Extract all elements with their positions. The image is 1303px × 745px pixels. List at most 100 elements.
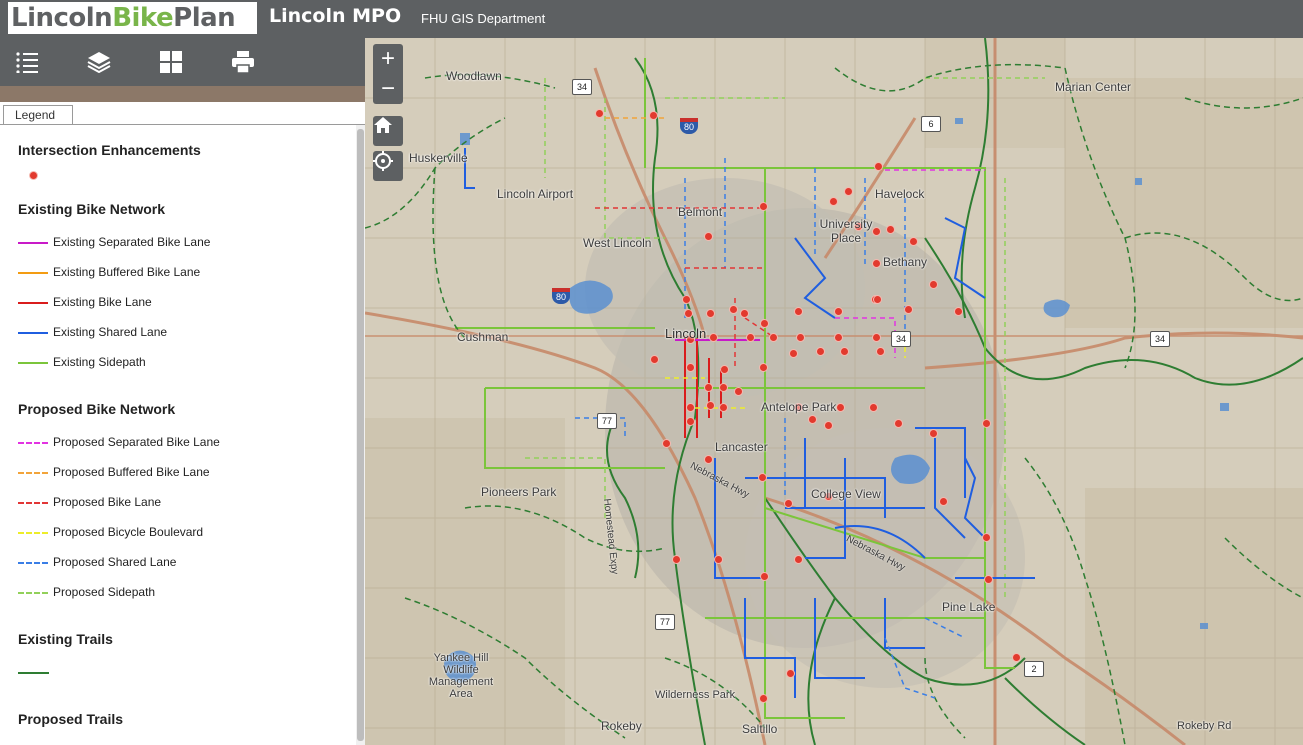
- tab-bar: Legend: [0, 102, 365, 125]
- map-view[interactable]: + − Woodlawn Huskerville Lincoln Airport…: [365, 38, 1303, 745]
- grid-icon: [160, 51, 182, 73]
- intersection-marker[interactable]: [1013, 654, 1020, 661]
- intersection-marker[interactable]: [761, 320, 768, 327]
- intersection-marker[interactable]: [841, 348, 848, 355]
- intersection-marker[interactable]: [940, 498, 947, 505]
- intersection-marker[interactable]: [685, 310, 692, 317]
- intersection-marker[interactable]: [596, 110, 603, 117]
- intersection-marker[interactable]: [720, 404, 727, 411]
- legend-swatch: [18, 562, 48, 564]
- legend-swatch: [18, 442, 48, 444]
- intersection-marker[interactable]: [910, 238, 917, 245]
- legend-swatch: [18, 242, 48, 244]
- intersection-marker[interactable]: [650, 112, 657, 119]
- intersection-marker[interactable]: [790, 350, 797, 357]
- app-logo[interactable]: Lincoln Bike Plan: [8, 2, 257, 34]
- intersection-marker[interactable]: [877, 348, 884, 355]
- intersection-marker[interactable]: [721, 366, 728, 373]
- legend-swatch: [18, 332, 48, 334]
- scrollbar-thumb[interactable]: [357, 129, 364, 741]
- legend-label: Existing Bike Lane: [53, 295, 152, 309]
- intersection-marker[interactable]: [715, 556, 722, 563]
- intersection-marker[interactable]: [705, 384, 712, 391]
- intersection-marker[interactable]: [747, 334, 754, 341]
- place-label: Yankee Hill Wildlife Management Area: [428, 652, 494, 700]
- intersection-marker[interactable]: [837, 404, 844, 411]
- intersection-marker[interactable]: [955, 308, 962, 315]
- intersection-marker[interactable]: [835, 308, 842, 315]
- intersection-marker[interactable]: [651, 356, 658, 363]
- intersection-marker[interactable]: [797, 334, 804, 341]
- intersection-marker[interactable]: [760, 203, 767, 210]
- intersection-marker[interactable]: [760, 695, 767, 702]
- place-label: Lincoln Airport: [497, 187, 574, 201]
- intersection-marker[interactable]: [720, 384, 727, 391]
- home-button[interactable]: [373, 116, 403, 146]
- intersection-marker[interactable]: [830, 198, 837, 205]
- intersection-marker[interactable]: [887, 226, 894, 233]
- intersection-marker[interactable]: [707, 310, 714, 317]
- zoom-in-button[interactable]: +: [373, 44, 403, 74]
- intersection-marker[interactable]: [873, 334, 880, 341]
- locate-button[interactable]: [373, 151, 403, 181]
- legend-scrollbar[interactable]: [356, 125, 365, 745]
- intersection-marker[interactable]: [817, 348, 824, 355]
- intersection-marker[interactable]: [683, 296, 690, 303]
- legend-button[interactable]: [13, 48, 41, 76]
- layers-button[interactable]: [85, 48, 113, 76]
- intersection-marker[interactable]: [983, 534, 990, 541]
- intersection-marker[interactable]: [687, 404, 694, 411]
- logo-text-bike: Bike: [112, 3, 174, 33]
- tab-legend[interactable]: Legend: [3, 105, 73, 124]
- app-subtitle: FHU GIS Department: [421, 11, 546, 26]
- basemap-button[interactable]: [157, 48, 185, 76]
- intersection-marker[interactable]: [795, 556, 802, 563]
- intersection-marker[interactable]: [730, 306, 737, 313]
- map-canvas[interactable]: [365, 38, 1303, 745]
- highway-shield: 34: [891, 331, 911, 347]
- intersection-marker[interactable]: [710, 334, 717, 341]
- intersection-marker[interactable]: [707, 402, 714, 409]
- zoom-out-button[interactable]: −: [373, 74, 403, 104]
- intersection-marker[interactable]: [809, 416, 816, 423]
- intersection-marker[interactable]: [787, 670, 794, 677]
- intersection-marker[interactable]: [761, 573, 768, 580]
- intersection-marker[interactable]: [875, 163, 882, 170]
- intersection-marker[interactable]: [873, 260, 880, 267]
- legend-heading-intersections: Intersection Enhancements: [18, 142, 201, 158]
- legend-label: Proposed Buffered Bike Lane: [53, 465, 210, 479]
- print-button[interactable]: [229, 48, 257, 76]
- intersection-marker[interactable]: [735, 388, 742, 395]
- logo-text-lincoln: Lincoln: [11, 3, 113, 33]
- intersection-marker[interactable]: [705, 456, 712, 463]
- intersection-marker[interactable]: [874, 296, 881, 303]
- intersection-marker[interactable]: [663, 440, 670, 447]
- app-header: Lincoln Bike Plan Lincoln MPO FHU GIS Depa…: [0, 0, 1303, 38]
- intersection-marker[interactable]: [760, 364, 767, 371]
- intersection-marker[interactable]: [825, 422, 832, 429]
- place-label: Wilderness Park: [655, 689, 736, 701]
- intersection-marker[interactable]: [705, 233, 712, 240]
- intersection-marker[interactable]: [759, 474, 766, 481]
- intersection-marker[interactable]: [741, 310, 748, 317]
- legend-swatch-existing-trail: [18, 672, 49, 674]
- intersection-marker[interactable]: [770, 334, 777, 341]
- intersection-marker[interactable]: [983, 420, 990, 427]
- legend-swatch: [18, 502, 48, 504]
- legend-label: Existing Shared Lane: [53, 325, 168, 339]
- intersection-marker[interactable]: [870, 404, 877, 411]
- intersection-marker[interactable]: [905, 306, 912, 313]
- intersection-marker[interactable]: [687, 418, 694, 425]
- intersection-marker[interactable]: [673, 556, 680, 563]
- zoom-control: + −: [373, 44, 403, 104]
- intersection-marker[interactable]: [785, 500, 792, 507]
- intersection-marker[interactable]: [845, 188, 852, 195]
- intersection-marker[interactable]: [895, 420, 902, 427]
- intersection-marker[interactable]: [930, 281, 937, 288]
- intersection-marker[interactable]: [930, 430, 937, 437]
- intersection-marker[interactable]: [795, 308, 802, 315]
- intersection-marker[interactable]: [687, 364, 694, 371]
- intersection-marker[interactable]: [835, 334, 842, 341]
- intersection-marker[interactable]: [985, 576, 992, 583]
- crosshair-icon: [373, 151, 393, 171]
